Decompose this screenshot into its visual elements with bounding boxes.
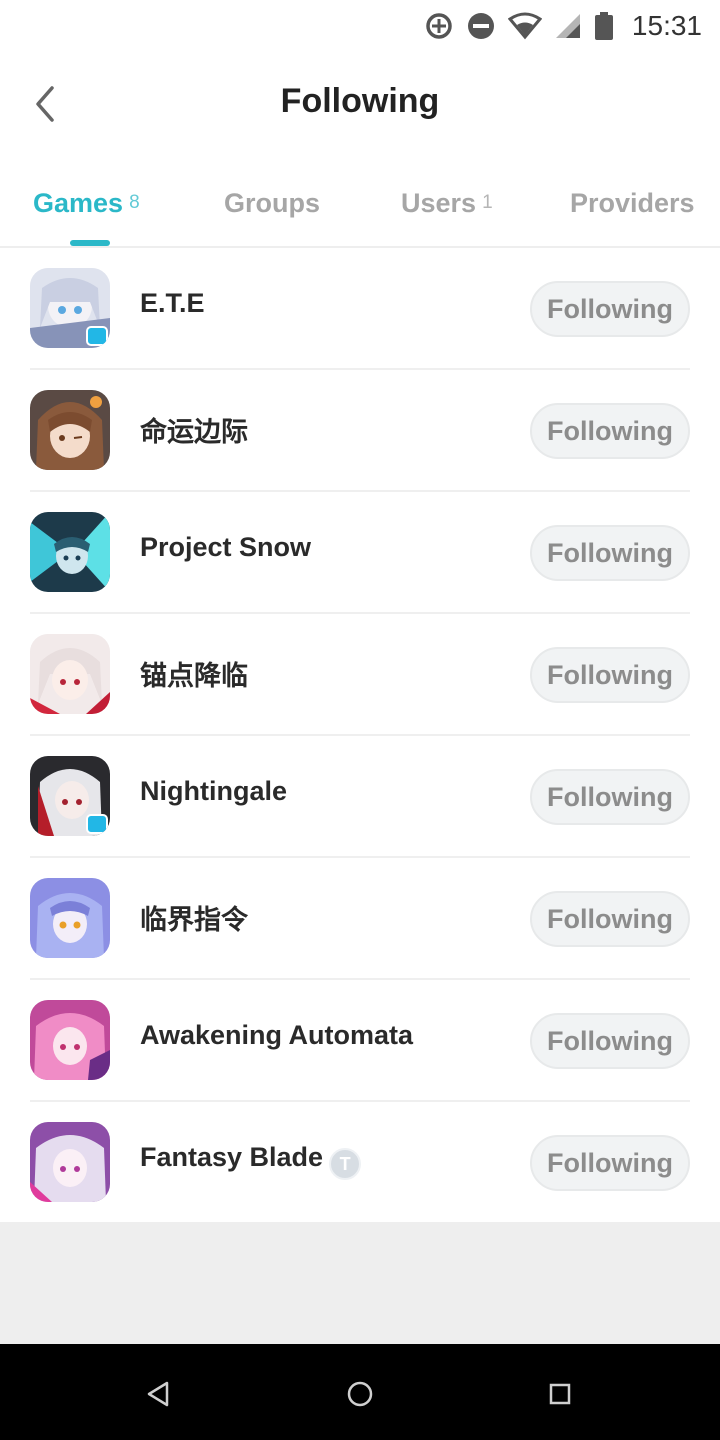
following-button[interactable]: Following	[530, 769, 690, 825]
tab-games-label: Games	[33, 188, 124, 218]
game-icon[interactable]	[30, 512, 110, 592]
tab-groups[interactable]: Groups	[224, 188, 320, 219]
game-name[interactable]: 临界指令	[140, 898, 248, 937]
battery-icon	[594, 11, 614, 41]
empty-area	[0, 1222, 720, 1344]
game-icon[interactable]	[30, 1000, 110, 1080]
list-item[interactable]: 临界指令 Following	[0, 858, 720, 980]
tab-bar: Games 8 Groups Users 1 Providers	[0, 170, 720, 248]
game-icon[interactable]	[30, 390, 110, 470]
list-item[interactable]: 命运边际 Following	[0, 370, 720, 492]
tab-groups-label: Groups	[224, 188, 321, 218]
data-saver-icon	[424, 11, 454, 41]
game-name[interactable]: Fantasy Blade T	[140, 1142, 362, 1180]
do-not-disturb-icon	[466, 11, 496, 41]
game-icon[interactable]	[30, 878, 110, 958]
tab-games[interactable]: Games 8	[33, 188, 140, 219]
game-list: E.T.E Following 命运边际 Following Project S…	[0, 248, 720, 1224]
verified-badge-icon: T	[329, 1148, 362, 1180]
list-item[interactable]: Project Snow Following	[0, 492, 720, 614]
status-bar: 15:31	[0, 0, 720, 52]
tab-indicator	[70, 240, 110, 246]
nav-home-icon	[347, 1381, 373, 1407]
list-item[interactable]: Awakening Automata Following	[0, 980, 720, 1102]
video-badge-icon	[86, 814, 108, 834]
tab-users-label: Users	[401, 188, 477, 218]
game-icon[interactable]	[30, 634, 110, 714]
game-name[interactable]: Nightingale	[140, 776, 287, 807]
following-button[interactable]: Following	[530, 891, 690, 947]
game-name-text: Fantasy Blade	[140, 1142, 324, 1172]
signal-icon	[554, 11, 582, 41]
nav-recents-button[interactable]	[540, 1374, 580, 1414]
video-badge-icon	[86, 326, 108, 346]
tab-users-count: 1	[482, 192, 493, 213]
following-button[interactable]: Following	[530, 1135, 690, 1191]
wifi-icon	[507, 11, 542, 41]
nav-back-button[interactable]	[138, 1374, 178, 1414]
nav-home-button[interactable]	[340, 1374, 380, 1414]
game-name[interactable]: Awakening Automata	[140, 1020, 413, 1051]
game-name[interactable]: 命运边际	[140, 410, 248, 449]
game-name[interactable]: Project Snow	[140, 532, 311, 563]
app-header: Following	[0, 52, 720, 156]
tab-users[interactable]: Users 1	[401, 188, 493, 219]
tab-providers[interactable]: Providers	[570, 188, 695, 219]
game-name[interactable]: 锚点降临	[140, 654, 248, 693]
following-button[interactable]: Following	[530, 525, 690, 581]
nav-back-icon	[147, 1381, 169, 1407]
nav-recents-icon	[549, 1383, 571, 1405]
list-item[interactable]: Fantasy Blade T Following	[0, 1102, 720, 1224]
system-nav-bar	[0, 1344, 720, 1440]
list-item[interactable]: E.T.E Following	[0, 248, 720, 370]
following-button[interactable]: Following	[530, 1013, 690, 1069]
following-button[interactable]: Following	[530, 647, 690, 703]
tab-games-count: 8	[129, 192, 140, 213]
list-item[interactable]: Nightingale Following	[0, 736, 720, 858]
following-button[interactable]: Following	[530, 281, 690, 337]
game-icon[interactable]	[30, 268, 110, 348]
game-icon[interactable]	[30, 756, 110, 836]
game-icon[interactable]	[30, 1122, 110, 1202]
game-name[interactable]: E.T.E	[140, 288, 205, 319]
status-time: 15:31	[631, 10, 702, 41]
following-button[interactable]: Following	[530, 403, 690, 459]
tab-providers-label: Providers	[570, 188, 695, 218]
page-title: Following	[280, 82, 440, 120]
list-item[interactable]: 锚点降临 Following	[0, 614, 720, 736]
